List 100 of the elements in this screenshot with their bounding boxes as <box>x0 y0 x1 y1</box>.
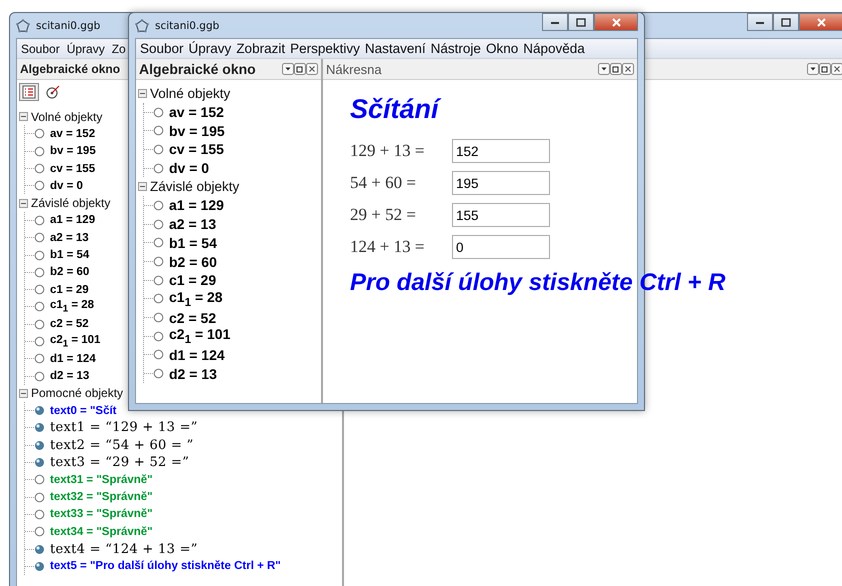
hollow-circle-icon[interactable] <box>153 274 164 286</box>
hollow-circle-icon[interactable] <box>153 368 164 380</box>
menu-item[interactable]: Soubor <box>140 41 184 56</box>
object-entry[interactable]: c2 = 52 <box>50 318 89 330</box>
hollow-circle-icon[interactable] <box>34 301 45 312</box>
object-entry[interactable]: text1 = “129 + 13 =” <box>50 420 198 436</box>
object-entry[interactable]: a1 = 129 <box>50 214 96 226</box>
minimize-button[interactable] <box>542 13 568 31</box>
answer-field[interactable]: 152 <box>452 139 550 163</box>
object-entry[interactable]: b1 = 54 <box>50 249 90 262</box>
hollow-circle-icon[interactable] <box>34 508 45 520</box>
hollow-circle-icon[interactable] <box>34 492 45 503</box>
hollow-circle-icon[interactable] <box>153 218 164 230</box>
object-entry[interactable]: c2$_{1}$ = 101 <box>50 334 100 350</box>
object-entry[interactable]: text4 = “124 + 13 =” <box>50 542 198 557</box>
collapse-icon[interactable] <box>138 88 147 98</box>
object-entry[interactable]: text32 = "Správně" <box>50 491 153 504</box>
hollow-circle-icon[interactable] <box>153 312 164 324</box>
menu-item[interactable]: Perspektivy <box>290 41 360 56</box>
filled-ball-icon[interactable] <box>34 544 45 555</box>
hollow-circle-icon[interactable] <box>34 163 45 174</box>
collapse-icon[interactable] <box>138 182 147 192</box>
hollow-circle-icon[interactable] <box>153 162 164 174</box>
object-entry[interactable]: c1$_{1}$ = 28 <box>169 289 223 309</box>
object-entry[interactable]: a2 = 13 <box>169 216 216 232</box>
panel-buttons-icon[interactable] <box>282 63 318 75</box>
hollow-circle-icon[interactable] <box>34 526 45 538</box>
hollow-circle-icon[interactable] <box>34 180 45 192</box>
object-entry[interactable]: d2 = 13 <box>50 370 90 382</box>
object-entry[interactable]: c2 = 52 <box>169 310 216 326</box>
object-entry[interactable]: d1 = 124 <box>169 346 225 363</box>
menu-item[interactable]: Soubor <box>21 42 60 56</box>
object-entry[interactable]: av = 152 <box>50 128 96 140</box>
list-view-button[interactable] <box>19 83 39 101</box>
answer-field[interactable]: 0 <box>452 235 550 259</box>
object-entry[interactable]: a2 = 13 <box>50 232 89 244</box>
circle-point-icon[interactable] <box>45 84 61 100</box>
hollow-circle-icon[interactable] <box>34 128 45 140</box>
hollow-circle-icon[interactable] <box>34 353 45 364</box>
filled-ball-icon[interactable] <box>34 560 45 572</box>
object-entry[interactable]: a1 = 129 <box>169 197 224 214</box>
menu-item[interactable]: Nápověda <box>523 41 585 56</box>
filled-ball-icon[interactable] <box>34 457 45 468</box>
object-entry[interactable]: c1 = 29 <box>169 272 216 288</box>
collapse-icon[interactable] <box>19 388 28 398</box>
filled-ball-icon[interactable] <box>34 405 45 416</box>
hollow-circle-icon[interactable] <box>34 146 45 157</box>
maximize-button[interactable] <box>773 13 799 31</box>
answer-field[interactable]: 155 <box>452 203 550 227</box>
filled-ball-icon[interactable] <box>34 440 45 451</box>
menu-item[interactable]: Zobrazit <box>236 41 286 56</box>
hollow-circle-icon[interactable] <box>34 284 45 296</box>
hollow-circle-icon[interactable] <box>153 256 164 268</box>
hollow-circle-icon[interactable] <box>34 370 45 382</box>
hollow-circle-icon[interactable] <box>34 318 45 330</box>
hollow-circle-icon[interactable] <box>34 214 45 226</box>
maximize-button[interactable] <box>568 13 594 31</box>
menu-item[interactable]: Úpravy <box>188 41 232 56</box>
panel-buttons-icon[interactable] <box>807 63 842 75</box>
hollow-circle-icon[interactable] <box>153 106 164 118</box>
hollow-circle-icon[interactable] <box>153 200 164 211</box>
close-button[interactable] <box>594 13 638 31</box>
object-entry[interactable]: d1 = 124 <box>50 352 96 365</box>
object-entry[interactable]: text3 = “29 + 52 =” <box>50 455 190 470</box>
hollow-circle-icon[interactable] <box>34 336 45 347</box>
hollow-circle-icon[interactable] <box>153 237 164 248</box>
hollow-circle-icon[interactable] <box>153 144 164 155</box>
menu-item[interactable]: Okno <box>486 41 518 56</box>
collapse-icon[interactable] <box>19 198 28 208</box>
object-entry[interactable]: bv = 195 <box>50 145 96 158</box>
hollow-circle-icon[interactable] <box>34 266 45 278</box>
object-entry[interactable]: text31 = "Správně" <box>50 474 153 486</box>
object-entry[interactable]: text34 = "Správně" <box>50 526 153 538</box>
object-entry[interactable]: dv = 0 <box>50 180 83 192</box>
menu-item[interactable]: Nastavení <box>364 41 426 56</box>
collapse-icon[interactable] <box>19 112 28 122</box>
object-entry[interactable]: c2$_{1}$ = 101 <box>169 326 230 346</box>
object-entry[interactable]: text33 = "Správně" <box>50 508 153 520</box>
hollow-circle-icon[interactable] <box>34 474 45 486</box>
panel-buttons-icon[interactable] <box>598 63 634 75</box>
object-entry[interactable]: text2 = “54 + 60 = ” <box>50 438 194 453</box>
filled-ball-icon[interactable] <box>34 422 45 434</box>
object-entry[interactable]: text5 = "Pro další úlohy stiskněte Ctrl + R" <box>50 560 281 572</box>
hollow-circle-icon[interactable] <box>153 330 164 342</box>
answer-field[interactable]: 195 <box>452 171 550 195</box>
object-entry[interactable]: b2 = 60 <box>50 266 90 278</box>
object-entry[interactable]: c1$_{1}$ = 28 <box>50 299 94 315</box>
object-entry[interactable]: av = 152 <box>169 104 224 120</box>
menu-item[interactable]: Úpravy <box>66 42 105 56</box>
menu-item[interactable]: Zo <box>112 42 126 56</box>
object-entry[interactable]: c1 = 29 <box>50 284 89 296</box>
object-entry[interactable]: d2 = 13 <box>169 366 217 382</box>
hollow-circle-icon[interactable] <box>34 250 45 261</box>
menu-item[interactable]: Nástroje <box>430 41 481 56</box>
object-entry[interactable]: dv = 0 <box>169 160 210 176</box>
object-entry[interactable]: b1 = 54 <box>169 234 217 251</box>
hollow-circle-icon[interactable] <box>34 232 45 244</box>
hollow-circle-icon[interactable] <box>153 293 164 304</box>
object-entry[interactable]: b2 = 60 <box>169 254 217 270</box>
minimize-button[interactable] <box>747 13 773 31</box>
